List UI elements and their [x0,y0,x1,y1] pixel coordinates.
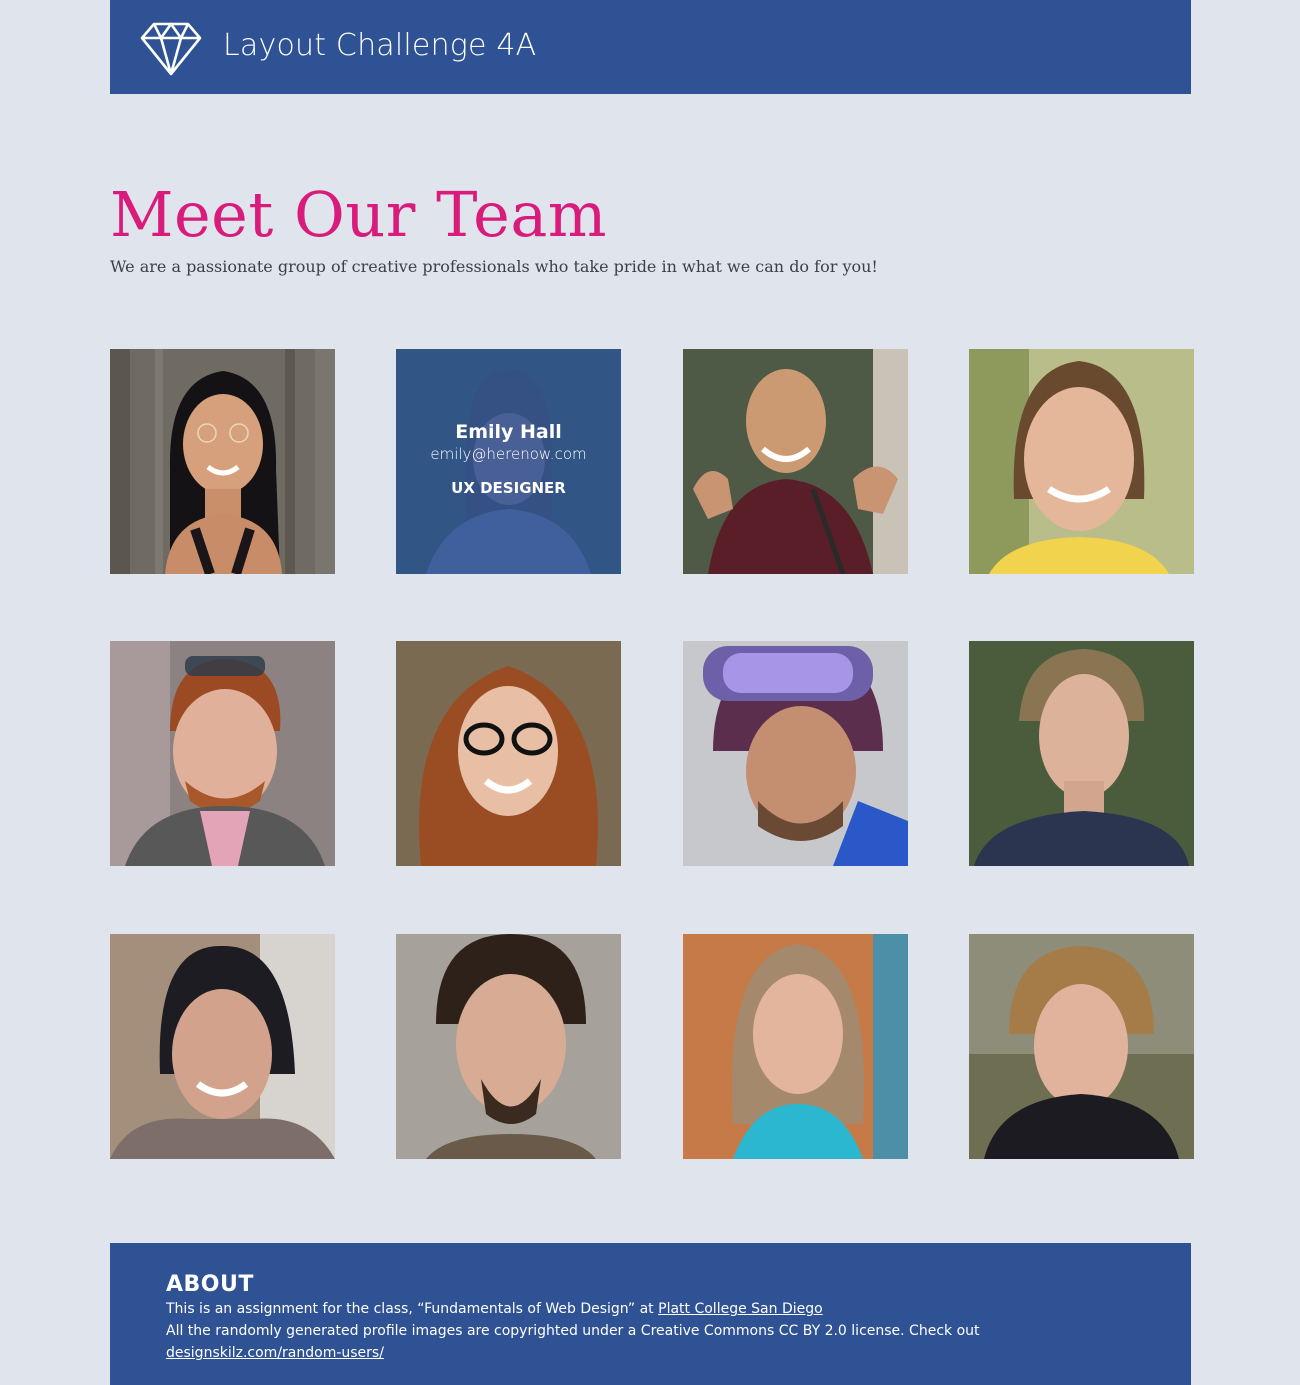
profile-photo [110,349,335,574]
diamond-icon[interactable] [140,22,202,76]
team-member-card[interactable] [683,641,908,866]
team-member-card[interactable] [110,349,335,574]
page-title: Meet Our Team [110,178,608,251]
site-title: Layout Challenge 4A [223,28,537,63]
team-member-card[interactable] [110,641,335,866]
profile-photo [683,349,908,574]
footer-line-3: designskilz.com/random-users/ [166,1345,384,1361]
footer-text-1: This is an assignment for the class, “Fu… [166,1301,654,1317]
profile-photo [683,934,908,1159]
team-member-card[interactable] [683,349,908,574]
profile-photo [969,349,1194,574]
footer-line-2: All the randomly generated profile image… [166,1323,980,1339]
platt-college-link[interactable]: Platt College San Diego [658,1301,823,1317]
team-member-card[interactable] [969,349,1194,574]
profile-photo [969,641,1194,866]
footer-line-1: This is an assignment for the class, “Fu… [166,1301,823,1317]
profile-photo [683,641,908,866]
team-member-card[interactable] [396,934,621,1159]
profile-photo [110,641,335,866]
site-footer: ABOUT This is an assignment for the clas… [110,1243,1191,1385]
team-member-card[interactable] [683,934,908,1159]
member-email[interactable]: emily@herenow.com [430,445,586,463]
member-role: UX DESIGNER [451,478,566,497]
about-heading: ABOUT [166,1272,254,1297]
profile-photo [396,641,621,866]
team-member-card[interactable] [969,641,1194,866]
profile-photo [110,934,335,1159]
member-info-overlay: Emily Hall emily@herenow.com UX DESIGNER [396,349,621,574]
page-subtitle: We are a passionate group of creative pr… [110,257,878,276]
member-name: Emily Hall [455,420,562,443]
team-member-card[interactable] [396,641,621,866]
team-member-card[interactable] [969,934,1194,1159]
profile-photo [396,934,621,1159]
team-member-card-hovered[interactable]: Emily Hall emily@herenow.com UX DESIGNER [396,349,621,574]
designskilz-link[interactable]: designskilz.com/random-users/ [166,1345,384,1361]
team-member-card[interactable] [110,934,335,1159]
site-header: Layout Challenge 4A [110,0,1191,94]
profile-photo [969,934,1194,1159]
